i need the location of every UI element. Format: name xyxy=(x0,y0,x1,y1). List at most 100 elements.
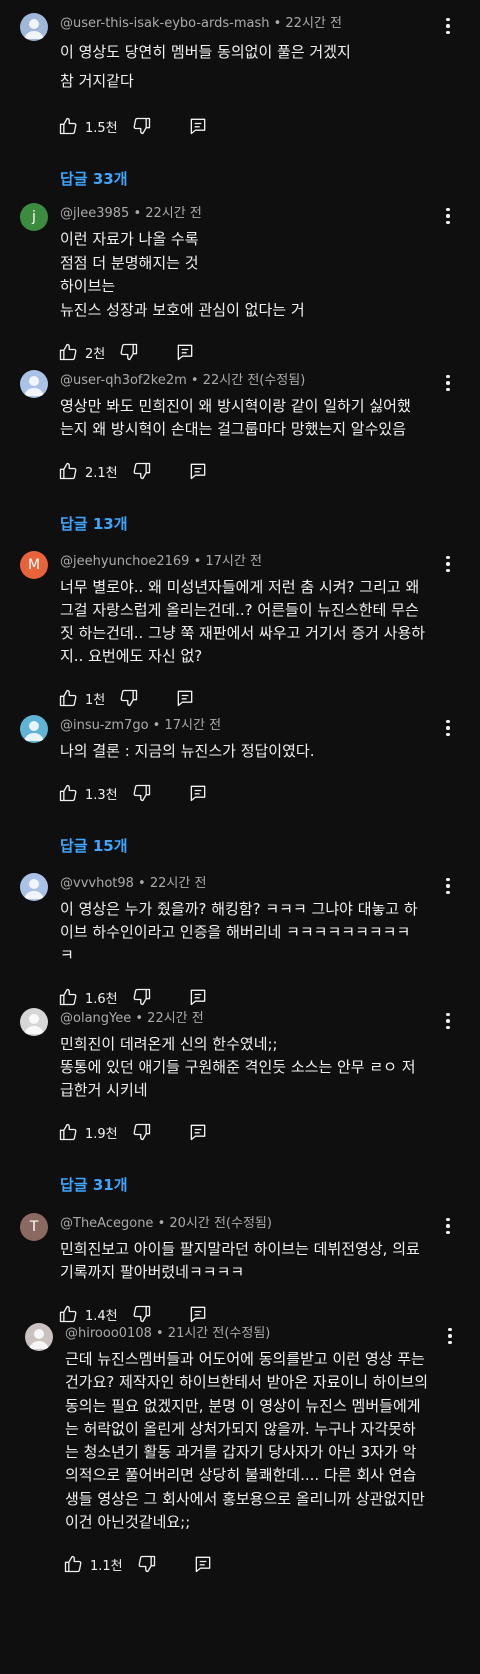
like-button[interactable]: 2.1천 xyxy=(58,461,118,481)
more-options-icon[interactable] xyxy=(442,16,454,36)
reply-button[interactable] xyxy=(175,688,195,708)
comment-text-line: 이런 자료가 나올 수록 xyxy=(60,230,199,248)
comment-time[interactable]: 22시간 전 xyxy=(147,1011,204,1026)
reply-button[interactable] xyxy=(188,783,208,803)
dislike-button[interactable] xyxy=(119,342,139,362)
dislike-button[interactable] xyxy=(132,116,152,136)
reply-button[interactable] xyxy=(188,116,208,136)
comment-text-line: 지.. 요번에도 자신 없? xyxy=(60,647,203,665)
avatar[interactable] xyxy=(20,1008,48,1036)
default-avatar-icon xyxy=(24,376,44,396)
view-replies-button[interactable]: 답글 33개 xyxy=(60,168,128,189)
comment-text: 민희진이 데려온게 신의 한수였네;; 똥통에 있던 애기들 구원해준 격인듯 소… xyxy=(60,1033,440,1102)
view-replies-button[interactable]: 답글 31개 xyxy=(60,1174,128,1195)
comment-meta: @insu-zm7go • 17시간 전 xyxy=(60,714,221,733)
meta-separator: • xyxy=(148,718,165,733)
like-button[interactable]: 1.9천 xyxy=(58,1122,118,1142)
comment-actions: 1.1천 xyxy=(63,1552,213,1576)
meta-separator: • xyxy=(133,876,150,891)
like-button[interactable]: 1.3천 xyxy=(58,783,118,803)
dislike-button[interactable] xyxy=(132,987,152,1007)
comment-time[interactable]: 21시간 전(수정됨) xyxy=(168,1326,271,1341)
reply-icon xyxy=(175,688,195,708)
comment-time[interactable]: 22시간 전 xyxy=(150,876,207,891)
thumbs-down-icon xyxy=(132,783,152,803)
comment-author[interactable]: @jlee3985 xyxy=(60,206,129,221)
like-button[interactable]: 2천 xyxy=(58,342,105,362)
comment-time[interactable]: 22시간 전(수정됨) xyxy=(203,373,306,388)
reply-icon xyxy=(188,783,208,803)
comment-author[interactable]: @olangYee xyxy=(60,1011,131,1026)
comment-author[interactable]: @user-this-isak-eybo-ards-mash xyxy=(60,16,269,31)
comment-text-line: 짓 하는건데.. 그냥 쭉 재판에서 싸우고 거기서 증거 사용하 xyxy=(60,624,426,642)
thumbs-down-icon xyxy=(132,987,152,1007)
like-button[interactable]: 1.5천 xyxy=(58,116,118,136)
reply-button[interactable] xyxy=(193,1554,213,1574)
reply-button[interactable] xyxy=(188,1304,208,1324)
more-options-icon[interactable] xyxy=(442,373,454,393)
dislike-button[interactable] xyxy=(132,783,152,803)
reply-button[interactable] xyxy=(188,987,208,1007)
view-replies-button[interactable]: 답글 15개 xyxy=(60,835,128,856)
avatar[interactable] xyxy=(20,370,48,398)
default-avatar-icon xyxy=(24,1014,44,1034)
more-options-icon[interactable] xyxy=(442,1216,454,1236)
more-options-icon[interactable] xyxy=(442,554,454,574)
dislike-button[interactable] xyxy=(119,688,139,708)
like-button[interactable]: 1천 xyxy=(58,688,105,708)
dislike-button[interactable] xyxy=(132,1304,152,1324)
comment-author[interactable]: @vvvhot98 xyxy=(60,876,134,891)
reply-button[interactable] xyxy=(188,1122,208,1142)
avatar[interactable]: M xyxy=(20,551,48,579)
dislike-button[interactable] xyxy=(132,461,152,481)
comment-author[interactable]: @hirooo0108 xyxy=(65,1326,152,1341)
meta-separator: • xyxy=(186,373,203,388)
comment-author[interactable]: @insu-zm7go xyxy=(60,718,149,733)
comment-actions: 1.5천 xyxy=(58,114,208,138)
comment-text-line: 이 영상도 당연히 멤버들 동의없이 풀은 거겠지 xyxy=(60,43,351,61)
comment-author[interactable]: @user-qh3of2ke2m xyxy=(60,373,187,388)
like-button[interactable]: 1.1천 xyxy=(63,1554,123,1574)
dislike-button[interactable] xyxy=(137,1554,157,1574)
thumbs-up-icon xyxy=(58,688,78,708)
more-options-icon[interactable] xyxy=(442,206,454,226)
avatar[interactable] xyxy=(25,1323,53,1351)
comment-meta: @jlee3985 • 22시간 전 xyxy=(60,202,202,221)
comment-text-line: 나의 결론 : 지금의 뉴진스가 정답이였다. xyxy=(60,742,315,760)
comment-text-line: 민희진보고 아이들 팔지말라던 하이브는 데뷔전영상, 의료 xyxy=(60,1240,420,1258)
avatar[interactable] xyxy=(20,715,48,743)
avatar[interactable] xyxy=(20,13,48,41)
comment-text-line: 이브 하수인이라고 인증을 해버리네 ㅋㅋㅋㅋㅋㅋㅋㅋㅋ xyxy=(60,923,411,941)
like-button[interactable]: 1.4천 xyxy=(58,1304,118,1324)
thumbs-down-icon xyxy=(132,1304,152,1324)
like-button[interactable]: 1.6천 xyxy=(58,987,118,1007)
view-replies-button[interactable]: 답글 13개 xyxy=(60,513,128,534)
avatar-letter: M xyxy=(27,557,41,573)
comment-author[interactable]: @jeehyunchoe2169 xyxy=(60,554,189,569)
thumbs-down-icon xyxy=(119,342,139,362)
dislike-button[interactable] xyxy=(132,1122,152,1142)
comment-time[interactable]: 22시간 전 xyxy=(285,16,342,31)
comment-author[interactable]: @TheAcegone xyxy=(60,1216,153,1231)
thumbs-down-icon xyxy=(137,1554,157,1574)
more-options-icon[interactable] xyxy=(442,876,454,896)
reply-button[interactable] xyxy=(188,461,208,481)
more-options-icon[interactable] xyxy=(442,718,454,738)
avatar[interactable]: j xyxy=(20,203,48,231)
more-options-icon[interactable] xyxy=(442,1011,454,1031)
like-count: 1.9천 xyxy=(85,1126,118,1142)
comment-text-line: 하이브는 xyxy=(60,277,116,295)
avatar[interactable]: T xyxy=(20,1213,48,1241)
reply-icon xyxy=(188,116,208,136)
comment-text-line: 뉴진스 성장과 보호에 관심이 없다는 거 xyxy=(60,300,305,319)
like-count: 1.5천 xyxy=(85,120,118,136)
reply-button[interactable] xyxy=(175,342,195,362)
more-options-icon[interactable] xyxy=(444,1326,456,1346)
comment-time[interactable]: 20시간 전(수정됨) xyxy=(169,1216,272,1231)
comment-time[interactable]: 17시간 전 xyxy=(164,718,221,733)
comment-actions: 1천 xyxy=(58,686,195,710)
avatar[interactable] xyxy=(20,873,48,901)
comment-time[interactable]: 22시간 전 xyxy=(145,206,202,221)
comment-time[interactable]: 17시간 전 xyxy=(205,554,262,569)
comment-text: 이 영상은 누가 줬을까? 해킹함? ㅋㅋㅋ 그냐야 대놓고 하 이브 하수인이라… xyxy=(60,898,440,967)
